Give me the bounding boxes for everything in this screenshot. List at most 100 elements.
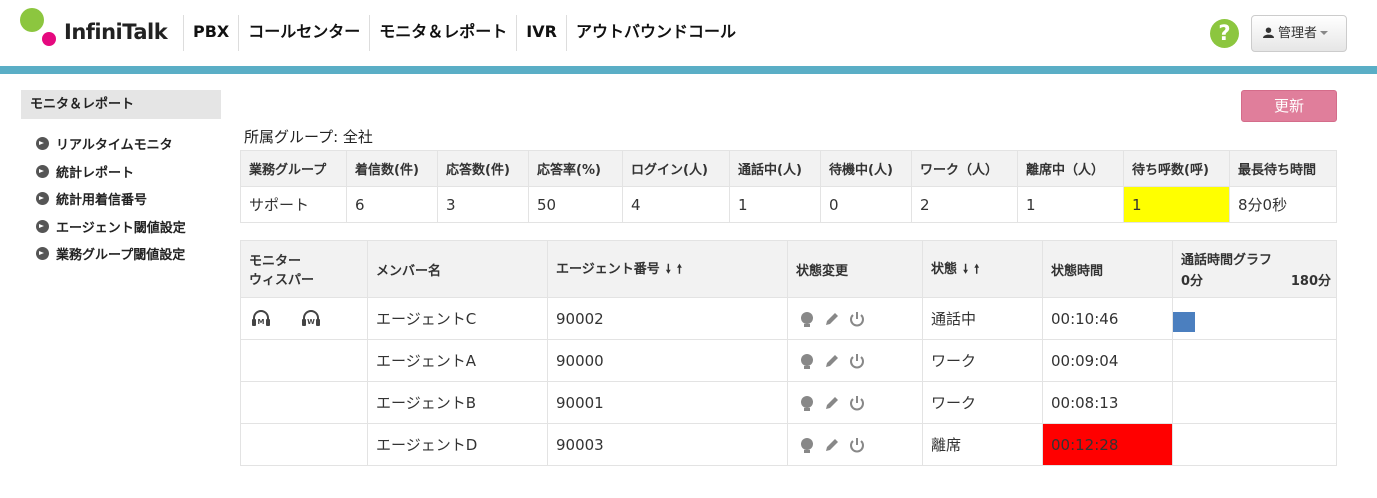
graph-header-label: 通話時間グラフ (1181, 253, 1273, 268)
pencil-icon[interactable] (824, 311, 840, 327)
nav-ivr[interactable]: IVR (516, 15, 566, 51)
headset-icon[interactable] (798, 352, 816, 370)
number-header-label: エージェント番号 (556, 261, 660, 277)
sidebar-item-label: 業務グループ閾値設定 (56, 248, 186, 264)
state-change-cell (787, 339, 923, 382)
monitor-header-line2: ウィスパー (249, 273, 315, 288)
agent-name: エージェントD (367, 423, 548, 466)
logo-pink-dot (42, 32, 56, 46)
agent-status: 通話中 (922, 297, 1043, 340)
call-time-graph-cell (1172, 381, 1337, 424)
sort-desc-icon[interactable]: 🠗 (963, 260, 968, 281)
agent-number: 90002 (547, 297, 788, 340)
summary-header: 応答数(件) (437, 150, 529, 187)
monitor-cell (240, 423, 368, 466)
table-row: エージェントD 90003 離席 00:12:28 (240, 423, 1337, 466)
agent-number: 90000 (547, 339, 788, 382)
agent-name: エージェントC (367, 297, 548, 340)
summary-table: 業務グループ 着信数(件) 応答数(件) 応答率(%) ログイン(人) 通話中(… (240, 150, 1337, 223)
agent-status: ワーク (922, 339, 1043, 382)
chevron-right-icon (36, 219, 49, 233)
headset-icon[interactable] (798, 394, 816, 412)
summary-header: 業務グループ (240, 150, 347, 187)
summary-header: 着信数(件) (346, 150, 438, 187)
infinitalk-logo[interactable]: InfiniTalk (18, 8, 168, 50)
headset-icon[interactable] (798, 310, 816, 328)
summary-cell: 8分0秒 (1229, 186, 1337, 223)
sidebar-title: モニタ＆レポート (21, 90, 221, 119)
sort-asc-icon[interactable]: 🠕 (677, 260, 682, 281)
summary-header: 通話中(人) (729, 150, 821, 187)
monitor-cell (240, 339, 368, 382)
agent-number: 90001 (547, 381, 788, 424)
summary-cell: 1 (1017, 186, 1124, 223)
status-header[interactable]: 状態 🠗 🠕 (922, 240, 1043, 298)
pencil-icon[interactable] (824, 395, 840, 411)
table-row: M W エージェントC 90002 通話中 00:10:46 (240, 297, 1337, 340)
summary-header: ログイン(人) (622, 150, 730, 187)
table-row: エージェントA 90000 ワーク 00:09:04 (240, 339, 1337, 382)
chevron-right-icon (36, 247, 49, 261)
graph-scale-max: 180分 (1290, 274, 1331, 289)
state-change-cell (787, 423, 923, 466)
headset-icon[interactable] (798, 436, 816, 454)
sidebar-item-stats-numbers[interactable]: 統計用着信番号 (21, 185, 221, 213)
summary-cell: 1 (729, 186, 821, 223)
power-icon[interactable] (848, 352, 866, 370)
nav-pbx[interactable]: PBX (183, 15, 238, 51)
state-change-cell (787, 297, 923, 340)
sidebar-item-stats-report[interactable]: 統計レポート (21, 158, 221, 186)
number-header[interactable]: エージェント番号 🠗 🠕 (547, 240, 788, 298)
refresh-button[interactable]: 更新 (1241, 90, 1337, 122)
whisper-headset-icon[interactable]: W (301, 309, 321, 328)
call-time-graph-cell (1172, 423, 1337, 466)
nav-outbound-call[interactable]: アウトバウンドコール (565, 15, 745, 51)
agent-status: ワーク (922, 381, 1043, 424)
agent-name: エージェントB (367, 381, 548, 424)
summary-header: ワーク（人） (911, 150, 1018, 187)
call-time-bar (1173, 311, 1195, 332)
nav-monitor-report[interactable]: モニタ＆レポート (369, 15, 516, 51)
time-header: 状態時間 (1042, 240, 1173, 298)
sidebar-item-label: リアルタイムモニタ (56, 138, 173, 154)
main-nav: PBX コールセンター モニタ＆レポート IVR アウトバウンドコール (183, 15, 745, 51)
svg-text:W: W (307, 318, 315, 326)
pencil-icon[interactable] (824, 353, 840, 369)
power-icon[interactable] (848, 436, 866, 454)
sidebar-item-agent-threshold[interactable]: エージェント閾値設定 (21, 213, 221, 241)
summary-header: 離席中（人） (1017, 150, 1124, 187)
brand-name: InfiniTalk (64, 20, 168, 44)
summary-row: サポート 6 3 50 4 1 0 2 1 1 8分0秒 (240, 186, 1337, 223)
power-icon[interactable] (848, 310, 866, 328)
name-header: メンバー名 (367, 240, 548, 298)
user-menu-button[interactable]: 管理者 (1251, 15, 1347, 52)
summary-cell: 2 (911, 186, 1018, 223)
monitor-cell: M W (240, 297, 368, 340)
sidebar-item-group-threshold[interactable]: 業務グループ閾値設定 (21, 240, 221, 268)
waiting-calls-cell: 1 (1123, 186, 1230, 223)
sort-asc-icon[interactable]: 🠕 (974, 260, 979, 281)
summary-header: 待ち呼数(呼) (1123, 150, 1230, 187)
call-time-graph-cell (1172, 297, 1337, 340)
logo-green-dot (20, 8, 44, 32)
summary-header: 最長待ち時間 (1229, 150, 1337, 187)
summary-header: 応答率(%) (528, 150, 623, 187)
status-header-label: 状態 (931, 261, 958, 277)
pencil-icon[interactable] (824, 437, 840, 453)
nav-call-center[interactable]: コールセンター (238, 15, 369, 51)
sidebar-item-label: 統計レポート (56, 165, 135, 181)
sort-desc-icon[interactable]: 🠗 (666, 260, 671, 281)
chevron-right-icon (36, 137, 49, 151)
graph-header: 通話時間グラフ 0分 180分 (1172, 240, 1337, 298)
monitor-headset-icon[interactable]: M (251, 309, 271, 328)
sidebar-item-realtime-monitor[interactable]: リアルタイムモニタ (21, 130, 221, 158)
summary-cell: 0 (820, 186, 912, 223)
agent-status-time: 00:09:04 (1042, 339, 1173, 382)
summary-cell: 6 (346, 186, 438, 223)
agent-table: モニター ウィスパー メンバー名 エージェント番号 🠗 🠕 状態変更 状態 🠗 🠕 状態… (240, 240, 1337, 466)
power-icon[interactable] (848, 394, 866, 412)
state-change-cell (787, 381, 923, 424)
help-icon[interactable]: ? (1210, 19, 1239, 48)
summary-cell: サポート (240, 186, 347, 223)
agent-header-row: モニター ウィスパー メンバー名 エージェント番号 🠗 🠕 状態変更 状態 🠗 🠕 状態… (240, 240, 1337, 298)
